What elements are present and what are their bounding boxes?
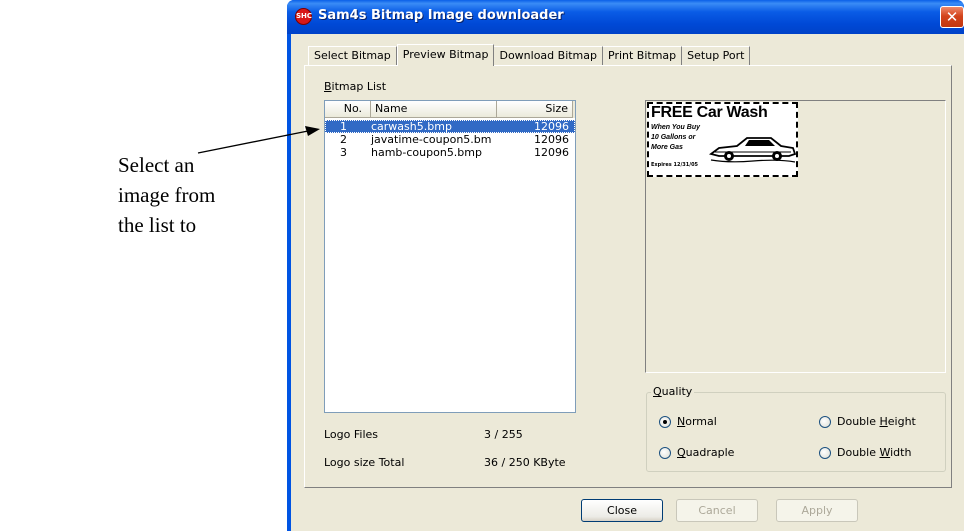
tab-setup-port[interactable]: Setup Port [682, 46, 751, 66]
radio-quadraple-indicator[interactable] [659, 446, 671, 459]
coupon-title: FREE Car Wash [651, 104, 768, 121]
bitmap-list[interactable]: No. Name Size 1 carwash5.bmp 12096 2 jav… [324, 100, 576, 413]
list-header: No. Name Size [325, 101, 575, 118]
tab-print-bitmap[interactable]: Print Bitmap [603, 46, 683, 66]
app-window: SHC Sam4s Bitmap Image downloader ✕ Sele… [287, 0, 964, 531]
radio-double-width-label: Double Width [837, 446, 911, 459]
window-close-button[interactable]: ✕ [940, 6, 964, 28]
quality-label-accelerator: Q [653, 385, 662, 398]
list-item-size: 12096 [534, 133, 569, 146]
bitmap-preview-image: FREE Car Wash When You Buy 10 Gallons or… [647, 102, 798, 177]
radio-double-width[interactable]: Double Width [819, 446, 911, 459]
bitmap-preview-panel: FREE Car Wash When You Buy 10 Gallons or… [645, 100, 946, 373]
list-item-no: 2 [340, 133, 347, 146]
radio-quadraple[interactable]: Quadraple [659, 446, 734, 459]
radio-double-width-indicator[interactable] [819, 446, 831, 459]
annotation-line: the list to [118, 213, 197, 237]
bitmap-list-label-rest: itmap List [331, 80, 387, 93]
radio-label-pre: Double [837, 446, 880, 459]
column-header-name[interactable]: Name [371, 101, 497, 118]
coupon-line: 10 Gallons or [651, 134, 696, 141]
list-item-size: 12096 [534, 120, 569, 133]
logo-size-value: 36 / 250 KByte [484, 456, 566, 469]
list-item-name: carwash5.bmp [371, 120, 452, 133]
title-bar[interactable]: SHC Sam4s Bitmap Image downloader ✕ [287, 0, 964, 34]
coupon-line: When You Buy [651, 124, 700, 131]
logo-files-value: 3 / 255 [484, 428, 523, 441]
annotation-line: Select an [118, 153, 195, 177]
bitmap-list-label: Bitmap List [324, 80, 386, 93]
radio-normal-label: Normal [677, 415, 717, 428]
quality-group-title: Quality [651, 385, 695, 398]
list-item[interactable]: 2 javatime-coupon5.bm 12096 [325, 133, 575, 146]
annotation-text: Select an image from the list to [118, 150, 288, 240]
app-icon: SHC [295, 8, 312, 25]
coupon-line: More Gas [651, 144, 683, 151]
tab-strip: Select Bitmap Preview Bitmap Download Bi… [308, 44, 751, 66]
window-client-area: Select Bitmap Preview Bitmap Download Bi… [291, 34, 964, 531]
quality-group [646, 392, 946, 472]
tab-select-bitmap[interactable]: Select Bitmap [308, 46, 397, 66]
close-button[interactable]: Close [581, 499, 663, 522]
radio-label-accelerator: H [879, 415, 888, 428]
list-item[interactable]: 1 carwash5.bmp 12096 [325, 120, 575, 133]
apply-button[interactable]: Apply [776, 499, 858, 522]
tab-download-bitmap[interactable]: Download Bitmap [494, 46, 603, 66]
radio-label-post: uadraple [685, 446, 735, 459]
list-item-name: javatime-coupon5.bm [371, 133, 492, 146]
radio-normal[interactable]: Normal [659, 415, 717, 428]
window-title: Sam4s Bitmap Image downloader [318, 8, 564, 23]
radio-label-post: eight [887, 415, 916, 428]
radio-label-post: idth [890, 446, 912, 459]
radio-label-pre: Double [837, 415, 880, 428]
list-item-name: hamb-coupon5.bmp [371, 146, 482, 159]
list-rows: 1 carwash5.bmp 12096 2 javatime-coupon5.… [325, 120, 575, 159]
list-item-no: 1 [340, 120, 347, 133]
radio-label-accelerator: W [879, 446, 891, 459]
radio-double-height-label: Double Height [837, 415, 916, 428]
radio-double-height[interactable]: Double Height [819, 415, 916, 428]
quality-label-rest: uality [661, 385, 693, 398]
logo-files-label: Logo Files [324, 428, 379, 441]
radio-label-accelerator: N [677, 415, 686, 428]
annotation-line: image from [118, 183, 216, 207]
car-icon [709, 137, 796, 163]
list-item-no: 3 [340, 146, 347, 159]
radio-label-accelerator: Q [677, 446, 686, 459]
bitmap-list-label-accelerator: B [324, 80, 332, 93]
list-item[interactable]: 3 hamb-coupon5.bmp 12096 [325, 146, 575, 159]
coupon-expires: Expires 12/31/05 [651, 162, 699, 168]
radio-label-post: ormal [685, 415, 717, 428]
radio-double-height-indicator[interactable] [819, 415, 831, 428]
column-header-size[interactable]: Size [497, 101, 573, 118]
logo-size-label: Logo size Total [324, 456, 405, 469]
tab-preview-bitmap[interactable]: Preview Bitmap [396, 44, 495, 66]
radio-normal-indicator[interactable] [659, 415, 671, 428]
list-item-size: 12096 [534, 146, 569, 159]
column-header-no[interactable]: No. [325, 101, 371, 118]
radio-quadraple-label: Quadraple [677, 446, 734, 459]
cancel-button[interactable]: Cancel [676, 499, 758, 522]
